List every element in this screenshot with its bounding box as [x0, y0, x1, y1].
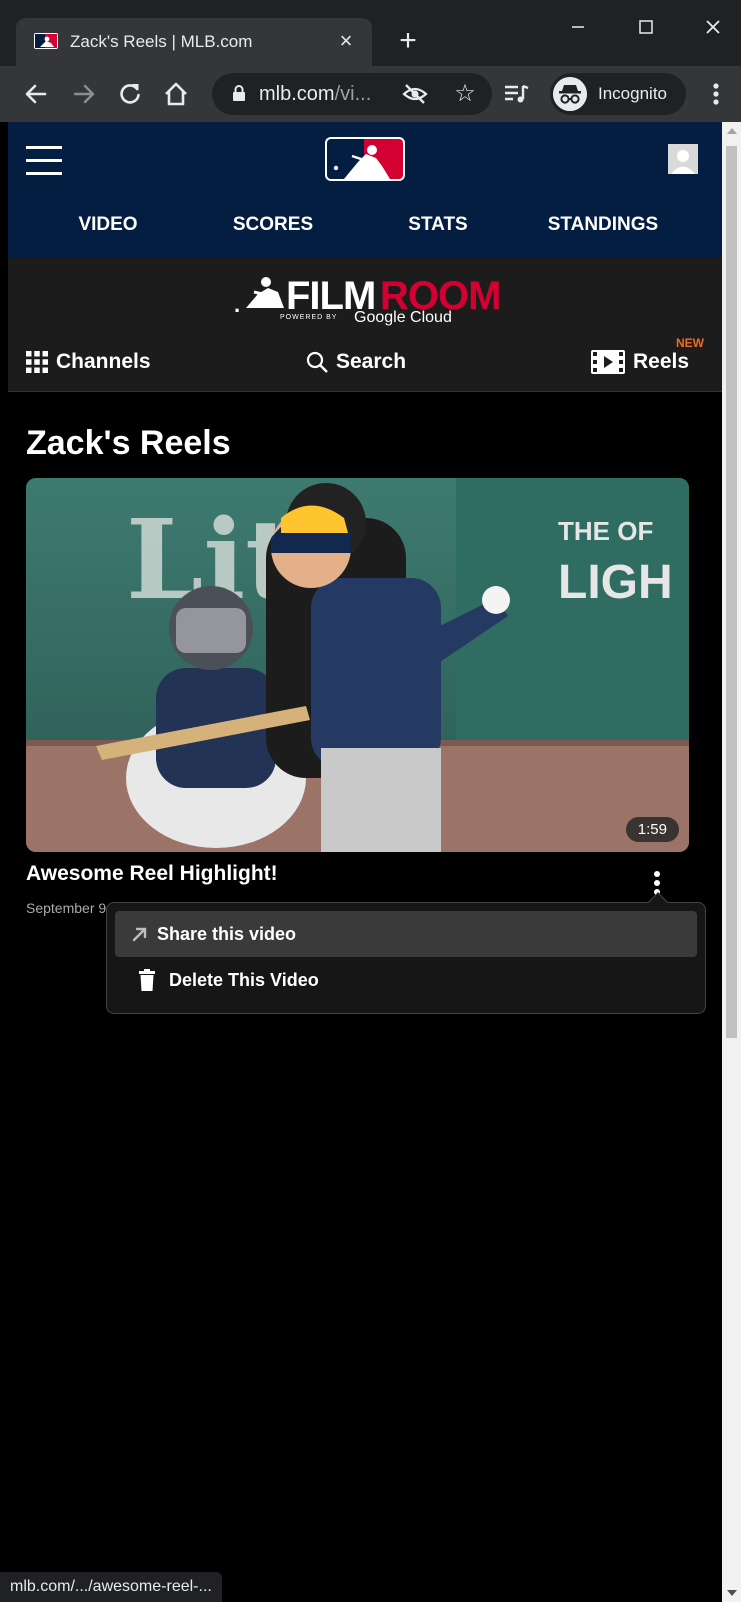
- mlb-header: VIDEO SCORES STATS STANDINGS: [8, 122, 722, 258]
- address-bar[interactable]: mlb.com/vi... ☆: [212, 73, 492, 115]
- video-thumbnail[interactable]: Lit THE OF LIGH 1:59: [26, 478, 689, 852]
- forward-icon[interactable]: [68, 78, 100, 110]
- main-nav: VIDEO SCORES STATS STANDINGS: [8, 206, 722, 242]
- delete-video-menu-item[interactable]: Delete This Video: [115, 957, 697, 1003]
- home-icon[interactable]: [160, 78, 192, 110]
- reload-icon[interactable]: [114, 78, 146, 110]
- browser-toolbar: mlb.com/vi... ☆ Incognito: [0, 66, 741, 122]
- new-badge: NEW: [676, 336, 704, 350]
- trash-icon: [139, 969, 155, 991]
- page-scrollbar[interactable]: [722, 122, 741, 1602]
- mlb-logo[interactable]: [324, 136, 406, 182]
- scroll-up-arrow-icon[interactable]: [727, 128, 737, 134]
- grid-icon: [26, 351, 48, 373]
- page-title: Zack's Reels: [26, 424, 231, 462]
- backdrop-text-bottom: LIGH: [558, 556, 673, 609]
- bookmark-star-icon[interactable]: ☆: [452, 81, 478, 107]
- scroll-thumb[interactable]: [726, 146, 737, 1038]
- batter-silhouette-icon: [246, 277, 284, 308]
- filmroom-bar: . FILM ROOM POWERED BY Google Cloud Chan…: [8, 258, 722, 392]
- browser-tab[interactable]: Zack's Reels | MLB.com ×: [16, 18, 372, 66]
- channels-button[interactable]: Channels: [26, 350, 151, 374]
- share-label: Share this video: [157, 923, 297, 944]
- search-icon: [306, 351, 328, 373]
- delete-label: Delete This Video: [169, 969, 319, 990]
- reels-button[interactable]: Reels: [591, 350, 689, 374]
- channels-label: Channels: [56, 350, 151, 373]
- search-label: Search: [336, 350, 407, 373]
- scroll-down-arrow-icon[interactable]: [727, 1590, 737, 1596]
- reels-label: Reels: [633, 350, 690, 373]
- incognito-label: Incognito: [598, 84, 667, 103]
- baseball-batter-image: Lit THE OF LIGH: [26, 478, 689, 852]
- reels-film-icon: [591, 350, 625, 374]
- incognito-icon: [553, 77, 587, 111]
- url-text: mlb.com/vi...: [259, 83, 372, 105]
- nav-video[interactable]: VIDEO: [23, 214, 193, 236]
- browser-tab-bar: Zack's Reels | MLB.com × +: [0, 0, 741, 66]
- tracking-blocked-eye-icon[interactable]: [402, 82, 428, 106]
- video-title[interactable]: Awesome Reel Highlight!: [26, 862, 278, 886]
- page-viewport: VIDEO SCORES STATS STANDINGS . FILM ROOM…: [8, 122, 722, 1602]
- hamburger-menu-icon[interactable]: [26, 146, 62, 176]
- video-duration-badge: 1:59: [625, 817, 679, 842]
- filmroom-subnav: Channels Search Reels: [8, 342, 722, 382]
- lock-icon: [233, 85, 245, 101]
- powered-by-text: POWERED BY: [280, 314, 338, 321]
- tab-title: Zack's Reels | MLB.com: [70, 32, 253, 51]
- google-cloud-text: Google Cloud: [354, 309, 452, 326]
- nav-stats[interactable]: STATS: [353, 214, 523, 236]
- link-status-bubble: mlb.com/.../awesome-reel-...: [0, 1572, 222, 1602]
- reading-list-icon[interactable]: [500, 78, 532, 110]
- nav-scores[interactable]: SCORES: [188, 214, 358, 236]
- backdrop-text-top: THE OF: [558, 516, 653, 546]
- minimize-icon[interactable]: [558, 10, 598, 44]
- back-icon[interactable]: [20, 78, 52, 110]
- video-options-menu: Share this video Delete This Video: [106, 892, 706, 1014]
- nav-standings[interactable]: STANDINGS: [518, 214, 688, 236]
- mlb-favicon-icon: [34, 33, 58, 49]
- browser-menu-icon[interactable]: [700, 78, 732, 110]
- filmroom-logo[interactable]: . FILM ROOM POWERED BY Google Cloud: [234, 270, 501, 330]
- share-video-menu-item[interactable]: Share this video: [115, 911, 697, 957]
- new-tab-icon[interactable]: +: [392, 26, 424, 58]
- tab-close-icon[interactable]: ×: [334, 28, 358, 54]
- search-button[interactable]: Search: [306, 350, 406, 374]
- share-arrow-icon: [132, 927, 147, 942]
- incognito-profile-button[interactable]: Incognito: [550, 73, 686, 115]
- maximize-icon[interactable]: [626, 10, 666, 44]
- window-close-icon[interactable]: [693, 10, 733, 44]
- user-account-icon[interactable]: [668, 144, 698, 174]
